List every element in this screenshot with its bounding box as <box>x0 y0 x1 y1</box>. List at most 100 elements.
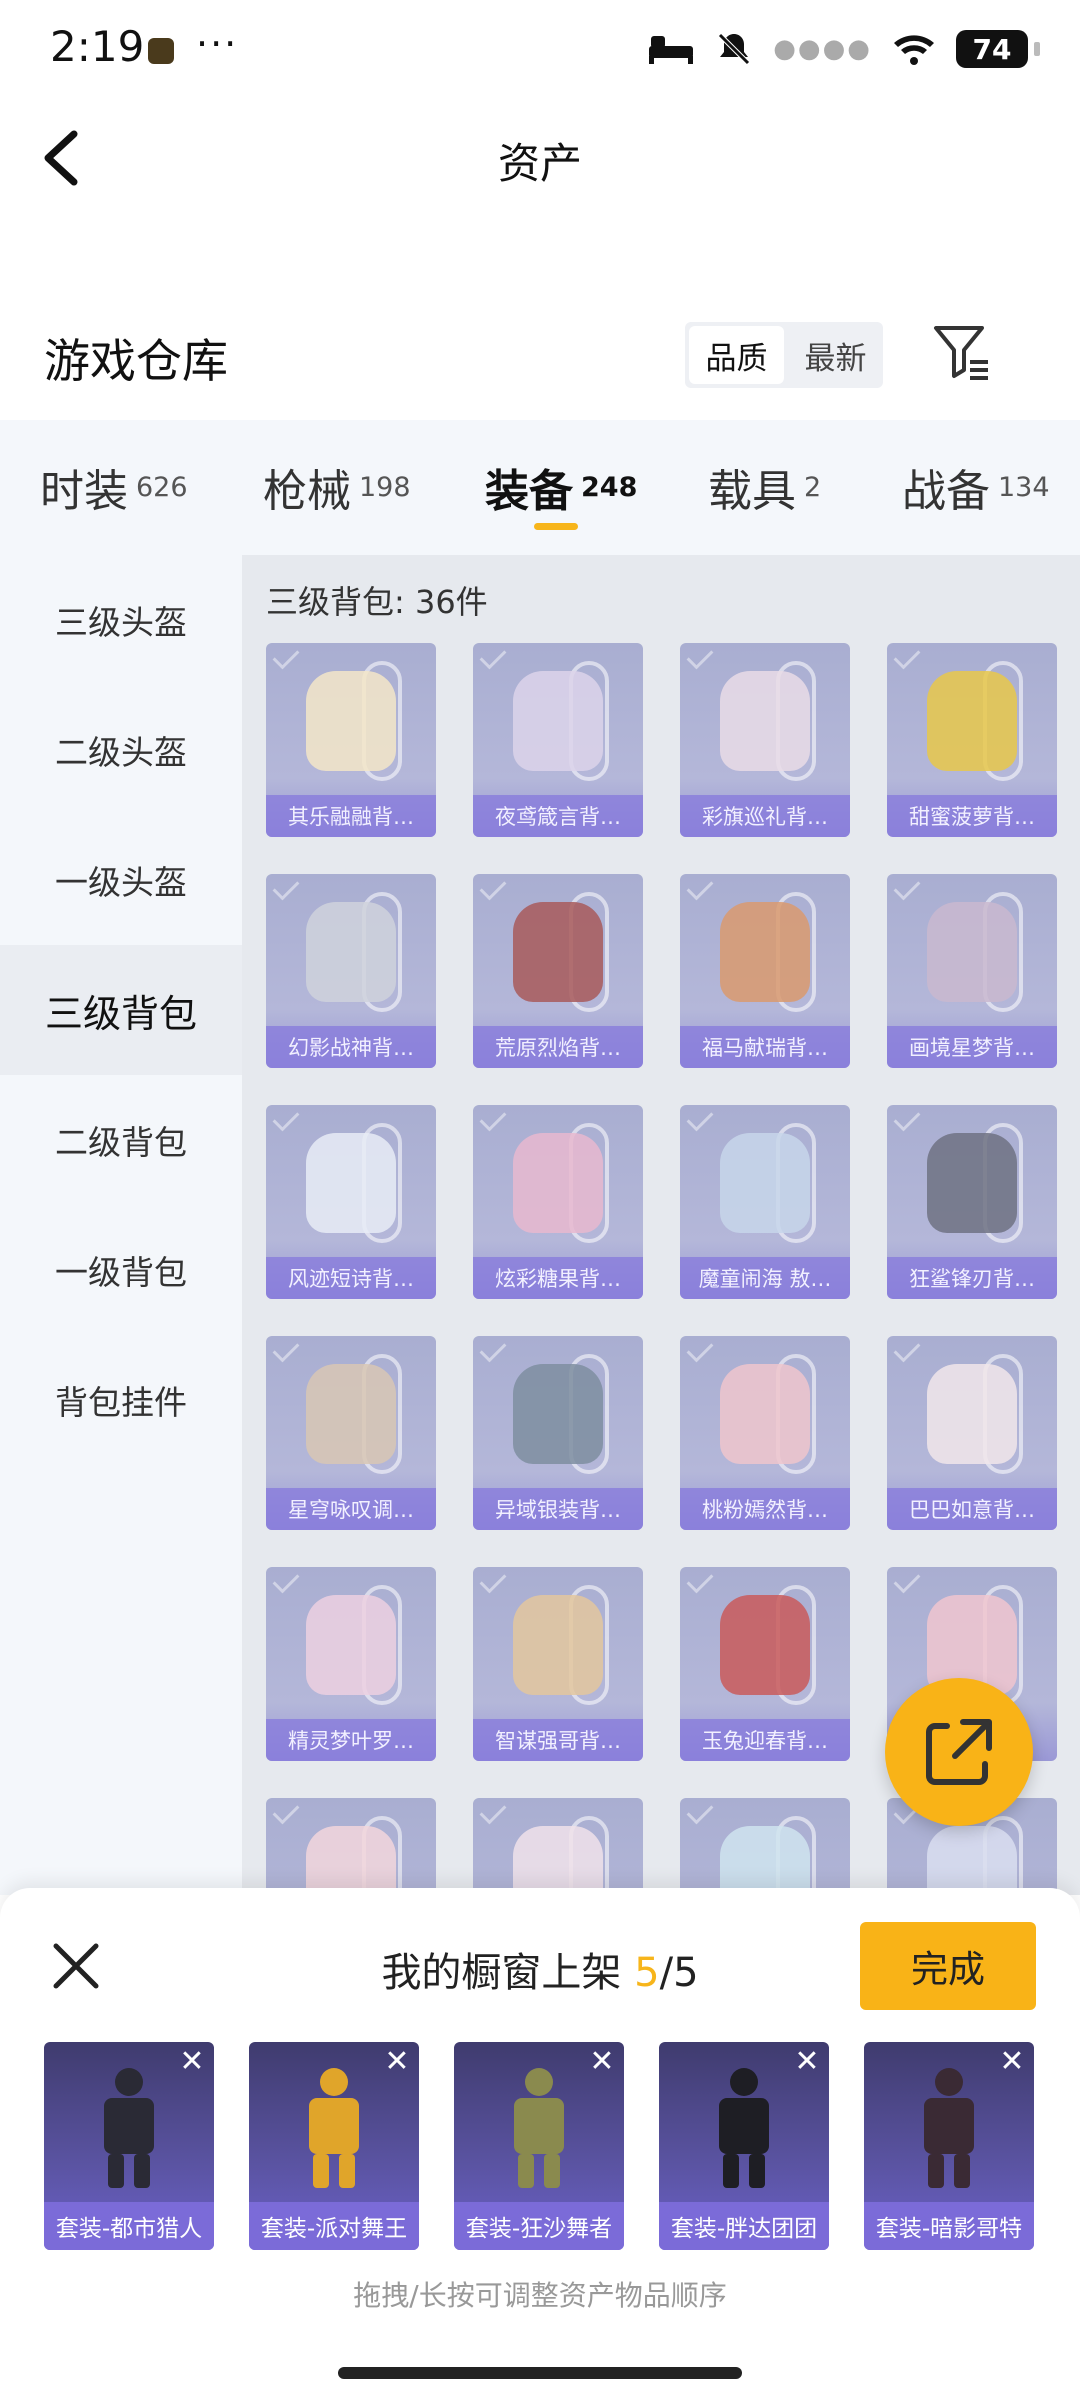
showcase-item[interactable]: ✕ 套装-派对舞王 <box>249 2042 419 2250</box>
item-card[interactable]: 异域银装背… <box>473 1336 643 1530</box>
home-indicator[interactable] <box>338 2367 742 2379</box>
item-card[interactable] <box>680 1798 850 1895</box>
item-card[interactable]: 魔童闹海 敖… <box>680 1105 850 1299</box>
backpack-image <box>513 1826 603 1895</box>
check-icon <box>686 1567 714 1594</box>
sidebar-item-backpack-2[interactable]: 二级背包 <box>0 1075 242 1205</box>
sidebar-item-pendant[interactable]: 背包挂件 <box>0 1335 242 1465</box>
item-name: 魔童闹海 敖… <box>680 1257 850 1299</box>
backpack-image <box>306 1364 396 1464</box>
item-name: 福马献瑞背… <box>680 1026 850 1068</box>
app-notification-icon <box>148 38 174 64</box>
remove-icon[interactable]: ✕ <box>998 2047 1026 2077</box>
remove-icon[interactable]: ✕ <box>383 2047 411 2077</box>
remove-icon[interactable]: ✕ <box>793 2047 821 2077</box>
check-icon <box>686 874 714 901</box>
item-card[interactable]: 星穹咏叹调… <box>266 1336 436 1530</box>
item-card[interactable] <box>473 1798 643 1895</box>
tab-vehicles[interactable]: 载具 2 <box>708 455 821 519</box>
item-card[interactable]: 桃粉嫣然背… <box>680 1336 850 1530</box>
active-tab-indicator <box>534 523 578 530</box>
showcase-item[interactable]: ✕ 套装-暗影哥特 <box>864 2042 1034 2250</box>
tab-count: 248 <box>581 472 638 503</box>
check-icon <box>893 643 921 670</box>
item-card[interactable]: 福马献瑞背… <box>680 874 850 1068</box>
showcase-item-name: 套装-派对舞王 <box>249 2202 419 2250</box>
item-card[interactable]: 精灵梦叶罗… <box>266 1567 436 1761</box>
outfit-image <box>689 2062 799 2192</box>
outfit-image <box>894 2062 1004 2192</box>
sidebar-item-helmet-2[interactable]: 二级头盔 <box>0 685 242 815</box>
battery-icon: 74 <box>956 30 1028 68</box>
item-card[interactable]: 夜鸢箴言背… <box>473 643 643 837</box>
backpack-image <box>720 902 810 1002</box>
showcase-item[interactable]: ✕ 套装-都市猎人 <box>44 2042 214 2250</box>
item-card[interactable]: 炫彩糖果背… <box>473 1105 643 1299</box>
remove-icon[interactable]: ✕ <box>178 2047 206 2077</box>
backpack-image <box>927 1364 1017 1464</box>
item-card[interactable]: 风迹短诗背… <box>266 1105 436 1299</box>
backpack-image <box>720 1133 810 1233</box>
tab-equipment[interactable]: 装备 248 <box>485 455 637 519</box>
external-link-icon <box>926 1719 992 1785</box>
item-name: 幻影战神背… <box>266 1026 436 1068</box>
item-name: 荒原烈焰背… <box>473 1026 643 1068</box>
check-icon <box>893 1105 921 1132</box>
battery-cap <box>1034 42 1040 56</box>
item-name: 玉兔迎春背… <box>680 1719 850 1761</box>
check-icon <box>686 1105 714 1132</box>
backpack-image <box>720 1595 810 1695</box>
more-notifications-icon: ··· <box>196 22 239 66</box>
item-name: 桃粉嫣然背… <box>680 1488 850 1530</box>
tab-firearms[interactable]: 枪械 198 <box>263 455 411 519</box>
item-card[interactable]: 荒原烈焰背… <box>473 874 643 1068</box>
item-card[interactable]: 甜蜜菠萝背… <box>887 643 1057 837</box>
tab-label: 战备 <box>902 466 990 517</box>
item-card[interactable]: 其乐融融背… <box>266 643 436 837</box>
remove-icon[interactable]: ✕ <box>588 2047 616 2077</box>
item-card[interactable]: 巴巴如意背… <box>887 1336 1057 1530</box>
item-name: 智谋强哥背… <box>473 1719 643 1761</box>
showcase-title-text: 我的橱窗上架 <box>381 1950 622 1996</box>
showcase-item-name: 套装-暗影哥特 <box>864 2202 1034 2250</box>
done-button[interactable]: 完成 <box>860 1922 1036 2010</box>
check-icon <box>686 1798 714 1825</box>
sort-newest-button[interactable]: 最新 <box>788 322 883 388</box>
backpack-image <box>513 1133 603 1233</box>
item-card[interactable] <box>266 1798 436 1895</box>
tab-fashion[interactable]: 时装 626 <box>40 455 188 519</box>
item-name: 狂鲨锋刃背… <box>887 1257 1057 1299</box>
tab-label: 装备 <box>485 466 573 517</box>
item-card[interactable]: 彩旗巡礼背… <box>680 643 850 837</box>
tab-label: 时装 <box>40 466 128 517</box>
sidebar-item-helmet-3[interactable]: 三级头盔 <box>0 555 242 685</box>
item-card[interactable]: 狂鲨锋刃背… <box>887 1105 1057 1299</box>
check-icon <box>686 1336 714 1363</box>
sidebar-item-helmet-1[interactable]: 一级头盔 <box>0 815 242 945</box>
showcase-item[interactable]: ✕ 套装-胖达团团 <box>659 2042 829 2250</box>
sort-quality-button[interactable]: 品质 <box>689 326 784 384</box>
item-name: 风迹短诗背… <box>266 1257 436 1299</box>
tab-count: 134 <box>998 472 1050 503</box>
tab-combat-gear[interactable]: 战备 134 <box>902 455 1050 519</box>
check-icon <box>893 1336 921 1363</box>
item-card[interactable]: 幻影战神背… <box>266 874 436 1068</box>
warehouse-title: 游戏仓库 <box>44 334 228 388</box>
sidebar-item-backpack-3[interactable]: 三级背包 <box>0 945 242 1075</box>
item-name: 其乐融融背… <box>266 795 436 837</box>
item-card[interactable]: 画境星梦背… <box>887 874 1057 1068</box>
showcase-current-count: 5 <box>634 1950 660 1996</box>
check-icon <box>479 1336 507 1363</box>
item-card[interactable]: 智谋强哥背… <box>473 1567 643 1761</box>
filter-icon[interactable] <box>932 322 992 382</box>
backpack-image <box>513 671 603 771</box>
check-icon <box>893 874 921 901</box>
sidebar-item-backpack-1[interactable]: 一级背包 <box>0 1205 242 1335</box>
backpack-image <box>927 1133 1017 1233</box>
outfit-image <box>484 2062 594 2192</box>
showcase-item[interactable]: ✕ 套装-狂沙舞者 <box>454 2042 624 2250</box>
share-fab[interactable] <box>885 1678 1033 1826</box>
item-card[interactable]: 玉兔迎春背… <box>680 1567 850 1761</box>
check-icon <box>893 1567 921 1594</box>
item-name: 精灵梦叶罗… <box>266 1719 436 1761</box>
